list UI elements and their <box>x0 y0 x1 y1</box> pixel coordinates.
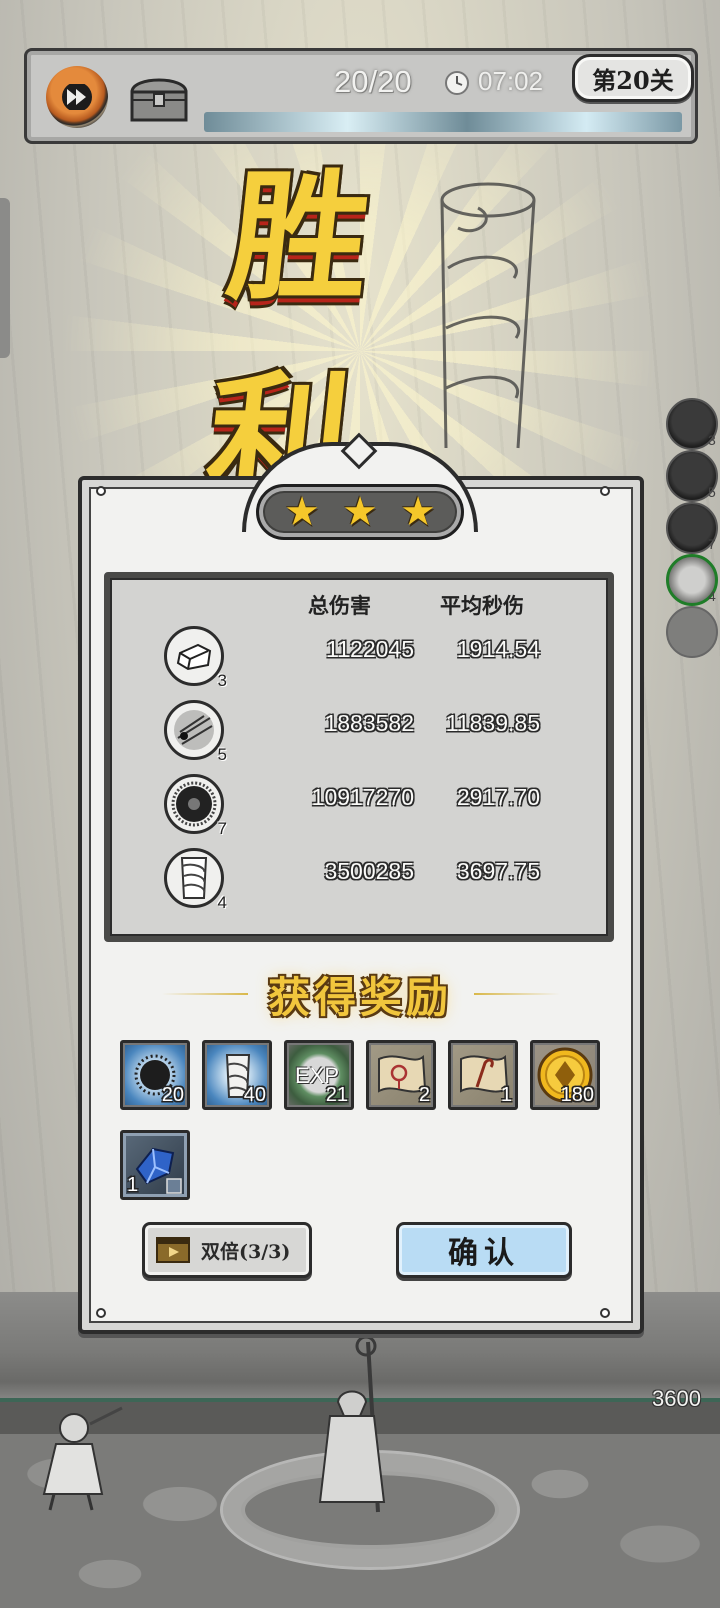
star-icon: ★ <box>400 489 436 535</box>
skill-level: 7 <box>217 819 227 838</box>
base-hp-value: 3600 <box>652 1386 701 1411</box>
clock-icon <box>445 71 469 95</box>
reward-count: 2 <box>418 1084 430 1106</box>
panel-rivet <box>600 1308 610 1318</box>
reward-count: 1 <box>500 1084 512 1106</box>
victory-title: 胜利 <box>200 156 424 522</box>
treasure-chest-icon[interactable] <box>126 70 192 126</box>
confirm-button[interactable]: 确认 <box>396 1222 572 1278</box>
scroll-pendant-icon[interactable]: 2 <box>366 1040 436 1110</box>
skill-level: 5 <box>217 745 227 764</box>
side-skill-level: 7 <box>708 536 716 552</box>
header-total-damage: 总伤害 <box>308 593 371 618</box>
side-skill-level: 3 <box>708 432 716 448</box>
level-badge: 第20关 <box>572 54 694 102</box>
blue-crystal-icon[interactable]: 1 <box>120 1130 190 1200</box>
side-drawer-tab[interactable] <box>0 198 10 358</box>
fast-forward-button[interactable] <box>46 66 108 128</box>
reward-count: 20 <box>161 1084 184 1106</box>
side-skill-level: 4 <box>708 588 716 604</box>
reward-count: 21 <box>325 1084 348 1106</box>
dark-burst-skill-icon: 7 <box>164 774 227 838</box>
gold-coin-icon[interactable]: 180 <box>530 1040 600 1110</box>
header-average-dps: 平均秒伤 <box>440 593 524 618</box>
dark-burst-card-icon[interactable]: 20 <box>120 1040 190 1110</box>
side-skill-slot-empty[interactable] <box>666 606 718 658</box>
skill-level: 3 <box>217 671 227 690</box>
dps-value: 3697.75 <box>456 858 540 884</box>
ally-character <box>42 1406 123 1511</box>
double-reward-button[interactable]: 双倍(3/3) <box>142 1222 312 1278</box>
side-skill-level: 5 <box>708 484 716 500</box>
battle-timer: 07:02 <box>478 66 544 96</box>
reward-count: 180 <box>560 1084 594 1106</box>
dps-value: 1914.54 <box>456 636 540 662</box>
skill-level: 4 <box>217 893 227 912</box>
whirlwind-card-icon[interactable]: 40 <box>202 1040 272 1110</box>
dps-value: 2917.70 <box>456 784 540 810</box>
dps-value: 11839.85 <box>445 710 540 736</box>
video-ad-icon <box>156 1237 190 1263</box>
ice-cube-skill-icon: 3 <box>164 626 227 690</box>
star-icon: ★ <box>342 489 378 535</box>
whirlwind-skill-icon: 4 <box>164 848 227 912</box>
panel-rivet <box>96 486 106 496</box>
wave-counter: 20/20 <box>334 64 412 99</box>
star-icon: ★ <box>284 489 320 535</box>
rewards-title: 获得奖励 <box>267 972 452 1022</box>
double-reward-label: 双倍(3/3) <box>201 1240 291 1263</box>
wizard-character <box>318 1335 386 1513</box>
star-rating: ★ ★ ★ <box>256 484 464 540</box>
slash-skill-icon: 5 <box>164 700 227 764</box>
fast-forward-icon <box>62 84 92 110</box>
reward-count: 40 <box>243 1084 266 1106</box>
exp-orb-icon[interactable]: EXP 21 <box>284 1040 354 1110</box>
scroll-staff-icon[interactable]: 1 <box>448 1040 518 1110</box>
panel-rivet <box>96 1308 106 1318</box>
reward-count: 1 <box>127 1174 139 1196</box>
panel-rivet <box>600 486 610 496</box>
